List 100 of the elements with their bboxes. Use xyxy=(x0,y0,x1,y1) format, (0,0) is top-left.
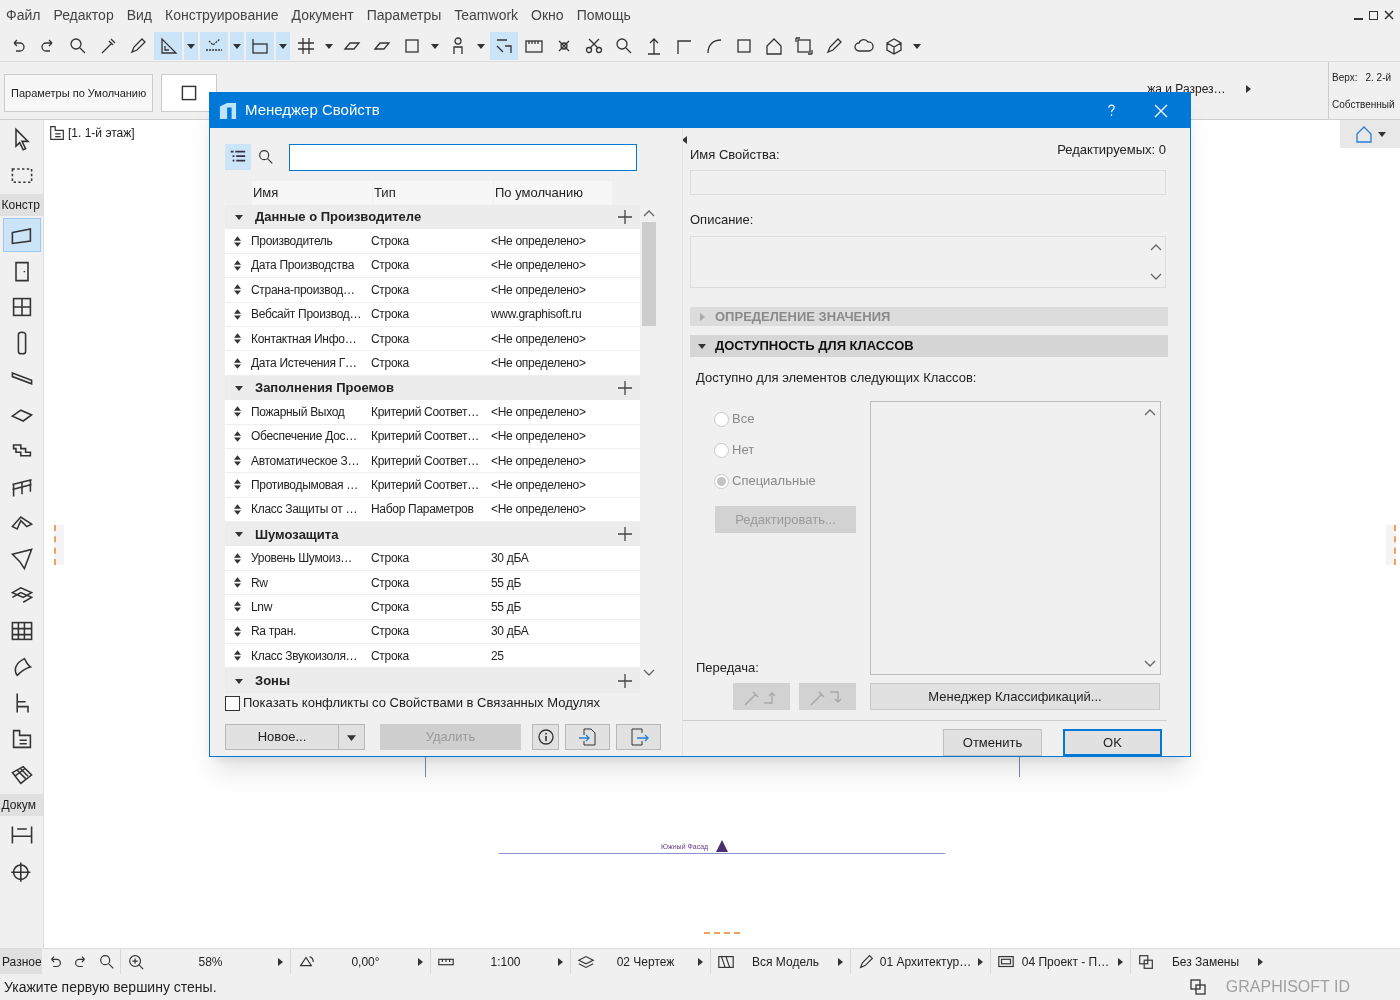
menu-item[interactable]: Конструирование xyxy=(165,4,279,26)
chevron-down-icon[interactable] xyxy=(1144,660,1156,669)
status-value[interactable]: Без Замены xyxy=(1155,952,1256,971)
restore-icon[interactable] xyxy=(1369,10,1378,20)
column-header[interactable]: Тип xyxy=(373,181,493,205)
close-icon[interactable] xyxy=(1384,10,1394,20)
list-view-button[interactable] xyxy=(225,144,251,170)
checkbox-label[interactable]: Показать конфликты со Свойствами в Связанных Модулях xyxy=(243,693,601,713)
section-header[interactable]: ДОСТУПНОСТЬ ДЛЯ КЛАССОВ xyxy=(690,335,1168,357)
collapse-panel-icon[interactable] xyxy=(681,136,689,144)
top-value[interactable]: 2. 2-й xyxy=(1365,70,1392,85)
info-button[interactable] xyxy=(532,724,559,750)
chevron-down-icon[interactable] xyxy=(1150,273,1162,282)
side-handle[interactable] xyxy=(54,525,64,565)
caret-icon xyxy=(696,957,704,966)
checkbox[interactable] xyxy=(225,695,240,711)
add-icon[interactable] xyxy=(618,527,632,542)
reorder-icon[interactable] xyxy=(234,503,241,515)
import-button[interactable] xyxy=(565,724,610,750)
dropdown-button[interactable] xyxy=(184,31,198,60)
property-row[interactable]: Дата Производства Строка <Не определено> xyxy=(225,253,640,279)
chevron-up-icon[interactable] xyxy=(1150,243,1162,252)
reorder-icon[interactable] xyxy=(234,479,241,491)
property-row[interactable]: Класс Звукоизоля… Строка 25 xyxy=(225,644,640,669)
property-row[interactable]: Обеспечение Дос… Критерий Соответ… <Не определено> xyxy=(225,424,640,449)
reorder-icon[interactable] xyxy=(234,235,241,247)
group-name[interactable]: Шумозащита xyxy=(255,524,339,544)
reorder-icon[interactable] xyxy=(234,308,241,320)
reorder-icon[interactable] xyxy=(234,333,241,345)
grid-icon xyxy=(296,35,316,56)
status-value[interactable]: 02 Чертеж xyxy=(595,952,696,971)
reorder-icon[interactable] xyxy=(234,455,241,467)
reorder-icon[interactable] xyxy=(234,625,241,637)
wall-preview[interactable] xyxy=(161,74,218,112)
ok-button[interactable]: OK xyxy=(1063,729,1162,756)
property-row[interactable]: Противодымовая … Критерий Соответ… <Не определено> xyxy=(225,473,640,498)
chevron-up-icon[interactable] xyxy=(643,209,655,217)
status-value[interactable]: 1:100 xyxy=(455,952,556,971)
property-row[interactable]: Страна-производ… Строка <Не определено> xyxy=(225,278,640,303)
reorder-icon[interactable] xyxy=(234,577,241,589)
status-value[interactable]: Вся Модель xyxy=(735,952,836,971)
side-handle[interactable] xyxy=(1386,525,1396,565)
dropdown-button[interactable] xyxy=(230,31,244,60)
expand-toggle-icon[interactable] xyxy=(235,530,243,539)
property-row[interactable]: Lnw Строка 55 дБ xyxy=(225,595,640,620)
add-icon[interactable] xyxy=(618,210,632,225)
menu-item[interactable]: Документ xyxy=(291,4,354,26)
menu-item[interactable]: Teamwork xyxy=(454,4,519,26)
property-row[interactable]: Класс Защиты от … Набор Параметров <Не определено> xyxy=(225,497,640,523)
chevron-down-icon[interactable] xyxy=(643,669,655,677)
property-row[interactable]: Вебсайт Производ… Строка www.graphisoft.ru xyxy=(225,302,640,327)
property-row[interactable]: Контактная Инфо… Строка <Не определено> xyxy=(225,326,640,352)
status-value[interactable]: 0,00° xyxy=(315,952,416,971)
view-options-button[interactable] xyxy=(1340,120,1400,148)
reorder-icon[interactable] xyxy=(234,552,241,564)
reorder-icon[interactable] xyxy=(234,406,241,418)
column-header[interactable]: По умолчанию xyxy=(494,181,612,205)
classification-manager-button[interactable]: Менеджер Классификаций... xyxy=(870,683,1160,711)
property-row[interactable]: Пожарный Выход Критерий Соответ… <Не определено> xyxy=(225,400,640,425)
property-row[interactable]: Автоматическое З… Критерий Соответ… <Не определено> xyxy=(225,448,640,474)
reorder-icon[interactable] xyxy=(234,259,241,271)
expand-toggle-icon[interactable] xyxy=(235,383,243,392)
add-icon[interactable] xyxy=(618,380,632,395)
section-label: Докум xyxy=(0,794,43,816)
search-field[interactable] xyxy=(289,143,637,171)
toolbar-button[interactable] xyxy=(154,31,182,60)
expand-toggle-icon[interactable] xyxy=(235,676,243,685)
menu-item[interactable]: Редактор xyxy=(53,4,114,26)
dropdown-button[interactable] xyxy=(276,31,290,60)
status-value[interactable]: 01 Архитектур… xyxy=(875,952,976,971)
column-header[interactable]: Имя xyxy=(252,181,372,205)
expand-toggle-icon[interactable] xyxy=(235,213,243,222)
description-field[interactable] xyxy=(690,236,1166,289)
toolbar-button[interactable] xyxy=(490,31,518,60)
chevron-up-icon[interactable] xyxy=(1144,408,1156,417)
property-row[interactable]: Производитель Строка <Не определено> xyxy=(225,229,640,254)
cancel-button[interactable]: Отменить xyxy=(943,729,1042,756)
toolbar-button[interactable] xyxy=(200,31,228,60)
scrollbar-thumb[interactable] xyxy=(642,222,656,326)
add-icon[interactable] xyxy=(618,673,632,688)
tool-button[interactable] xyxy=(2,218,41,252)
menu-item[interactable]: Параметры xyxy=(366,4,442,26)
menu-item[interactable]: Помощь xyxy=(576,4,631,26)
reorder-icon[interactable] xyxy=(234,430,241,442)
property-row[interactable]: Ra тран. Строка 30 дБА xyxy=(225,619,640,645)
reorder-icon[interactable] xyxy=(234,357,241,369)
reorder-icon[interactable] xyxy=(234,650,241,662)
menu-item[interactable]: Вид xyxy=(126,4,152,26)
menu-item[interactable]: Файл xyxy=(6,4,41,26)
status-value[interactable]: 58% xyxy=(145,952,276,971)
property-row[interactable]: Уровень Шумоиз… Строка 30 дБА xyxy=(225,546,640,571)
view-tab[interactable]: [1. 1-й этаж] xyxy=(68,124,135,142)
group-name[interactable]: Зоны xyxy=(255,670,291,691)
status-value[interactable]: 04 Проект - П… xyxy=(1015,952,1116,971)
export-button[interactable] xyxy=(616,724,661,750)
menu-item[interactable]: Окно xyxy=(531,4,564,26)
reorder-icon[interactable] xyxy=(234,284,241,296)
property-row[interactable]: Rw Строка 55 дБ xyxy=(225,570,640,596)
property-row[interactable]: Дата Истечения Г… Строка <Не определено> xyxy=(225,351,640,376)
reorder-icon[interactable] xyxy=(234,601,241,613)
